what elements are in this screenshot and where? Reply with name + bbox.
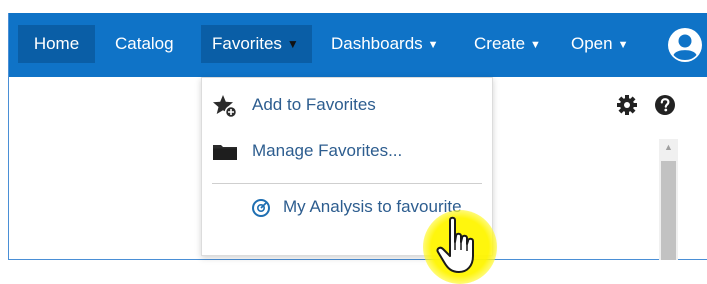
nav-favorites[interactable]: Favorites ▼ (201, 25, 312, 63)
nav-home-label: Home (33, 34, 80, 53)
top-navbar: Home Catalog Favorites ▼ Dashboards ▼ Crea… (9, 13, 707, 77)
nav-favorites-label: Favorites (212, 34, 282, 53)
nav-home[interactable]: Home (18, 25, 95, 63)
nav-create[interactable]: Create ▼ (474, 25, 541, 63)
help-icon[interactable] (654, 94, 676, 116)
nav-create-label: Create (474, 34, 526, 53)
star-add-icon (213, 95, 238, 118)
menu-item-label: Manage Favorites... (252, 141, 403, 160)
menu-item-manage-favorites[interactable]: Manage Favorites... (202, 133, 492, 169)
scroll-thumb[interactable] (661, 161, 676, 260)
nav-dashboards[interactable]: Dashboards ▼ (331, 25, 439, 63)
user-avatar-icon[interactable] (667, 27, 703, 63)
folder-icon (213, 145, 237, 160)
gear-icon[interactable] (616, 94, 638, 116)
caret-down-icon: ▼ (617, 39, 629, 51)
caret-down-icon: ▼ (427, 39, 439, 51)
menu-item-label: Add to Favorites (252, 95, 376, 114)
vertical-scrollbar[interactable]: ▲ (659, 139, 678, 260)
nav-dashboards-label: Dashboards (331, 34, 423, 53)
analysis-gauge-icon (252, 199, 270, 217)
pointer-hand-icon (436, 216, 474, 273)
menu-divider (212, 183, 482, 184)
nav-catalog[interactable]: Catalog (115, 25, 174, 63)
caret-down-icon: ▼ (286, 37, 299, 51)
nav-open[interactable]: Open ▼ (571, 25, 628, 63)
menu-item-add-to-favorites[interactable]: Add to Favorites (202, 87, 492, 123)
nav-catalog-label: Catalog (115, 34, 174, 53)
nav-open-label: Open (571, 34, 613, 53)
caret-down-icon: ▼ (530, 39, 541, 51)
scroll-up-arrow-icon[interactable]: ▲ (659, 139, 678, 156)
app-frame: Home Catalog Favorites ▼ Dashboards ▼ Crea… (8, 13, 707, 260)
